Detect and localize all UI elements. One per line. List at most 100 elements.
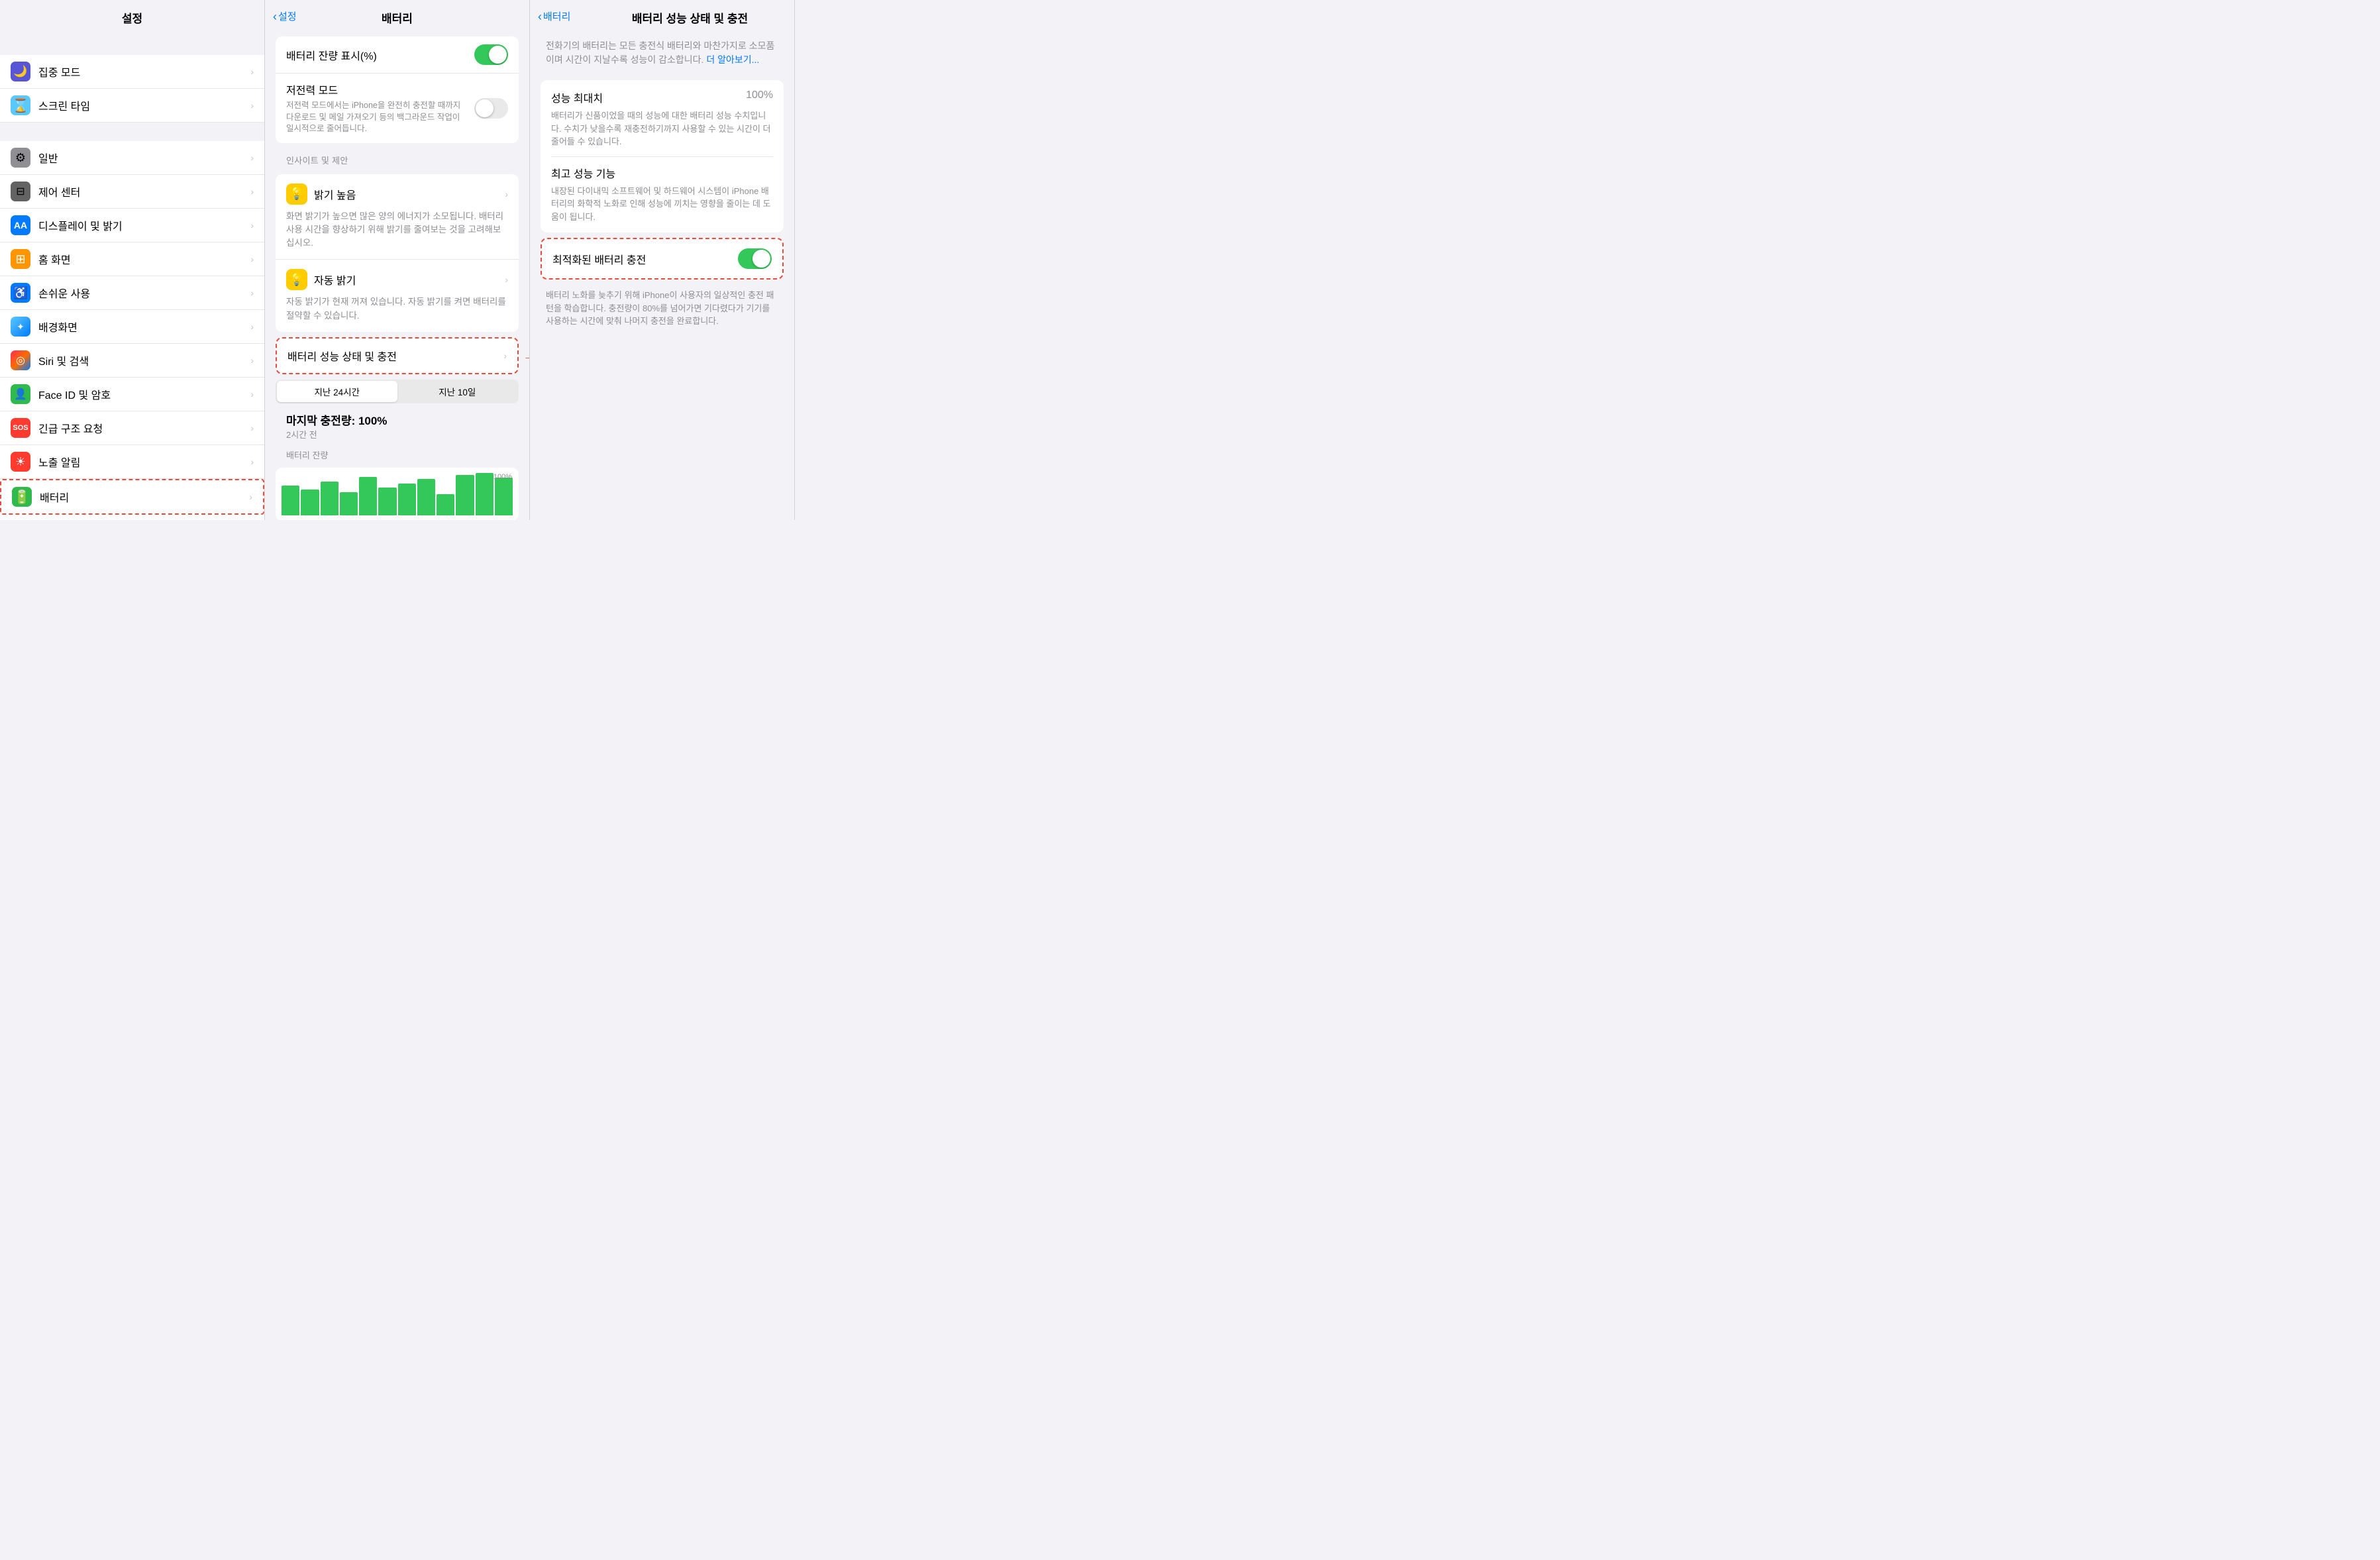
battery-label: 배터리 [40,489,249,505]
sos-chevron: › [250,423,254,433]
optimal-charge-toggle[interactable] [738,248,772,269]
home-chevron: › [250,254,254,264]
battery-perf-cell[interactable]: 배터리 성능 상태 및 충전 › [276,337,519,374]
siri-label: Siri 및 검색 [38,352,250,368]
chart-bar-9 [437,494,454,515]
settings-item-screentime[interactable]: ⌛ 스크린 타임 › [0,89,264,123]
segment-10d[interactable]: 지난 10일 [397,381,518,402]
back-chevron-icon: ‹ [273,11,277,23]
faceid-label: Face ID 및 암호 [38,386,250,402]
faceid-icon: 👤 [11,384,30,404]
perf-header: ‹ 배터리 배터리 성능 상태 및 충전 [530,0,794,31]
settings-panel: 설정 🌙 집중 모드 › ⌛ 스크린 타임 › ⚙ 일반 › ⊟ 제어 센터 ›… [0,0,265,520]
chart-bar-2 [301,490,319,515]
perf-max-desc: 배터리가 신품이었을 때의 성능에 대한 배터리 성능 수치입니다. 수치가 낮… [551,109,773,148]
perf-back-chevron-icon: ‹ [538,11,542,23]
insight-brightness-row[interactable]: 💡 밝기 높음 › 화면 밝기가 높으면 많은 양의 에너지가 소모됩니다. 배… [276,174,519,260]
wallpaper-chevron: › [250,321,254,332]
screentime-label: 스크린 타임 [38,97,250,113]
focus-icon: 🌙 [11,62,30,81]
insight-brightness-header: 💡 밝기 높음 › [286,183,508,205]
insight-autobright-row[interactable]: 💡 자동 밝기 › 자동 밝기가 현재 꺼져 있습니다. 자동 밝기를 켜면 배… [276,260,519,332]
focus-chevron: › [250,66,254,77]
control-icon: ⊟ [11,182,30,201]
chart-100-label: 100% [493,473,512,481]
settings-item-battery[interactable]: 🔋 배터리 › [0,479,264,515]
general-chevron: › [250,152,254,163]
chart-bar-4 [340,492,358,515]
lowpower-toggle[interactable] [474,98,508,119]
general-label: 일반 [38,150,250,166]
control-chevron: › [250,186,254,197]
settings-item-privacy[interactable]: ✋ 개인정보 보호 및 보안 › [0,515,264,520]
battery-back-label: 설정 [278,9,297,23]
screentime-icon: ⌛ [11,95,30,115]
chart-bar-7 [398,484,416,515]
exposure-chevron: › [250,456,254,467]
percentage-toggle[interactable] [474,44,508,65]
perf-learn-more-link[interactable]: 더 알아보기... [706,54,759,65]
insight-autobright-title: 자동 밝기 [314,272,505,287]
accessibility-label: 손쉬운 사용 [38,285,250,301]
perf-cell-chevron: › [503,350,507,361]
faceid-chevron: › [250,389,254,399]
insight-brightness-chevron: › [505,189,508,199]
battery-back-button[interactable]: ‹ 설정 [273,9,297,23]
insight-brightness-desc: 화면 밝기가 높으면 많은 양의 에너지가 소모됩니다. 배터리 사용 시간을 … [286,210,508,250]
home-label: 홈 화면 [38,251,250,267]
screentime-chevron: › [250,100,254,111]
sos-icon: SOS [11,418,30,438]
last-charge-label: 마지막 충전량: 100% [286,411,508,428]
perf-max-label: 성능 최대치 [551,89,603,105]
insights-section-title: 인사이트 및 제안 [265,148,529,169]
lowpower-desc: 저전력 모드에서는 iPhone을 완전히 충전할 때까지 다운로드 및 메일 … [286,100,466,135]
insight-brightness-title: 밝기 높음 [314,186,505,202]
optimal-charge-desc: 배터리 노화를 늦추기 위해 iPhone이 사용자의 일상적인 충전 패턴을 … [530,285,794,337]
display-chevron: › [250,220,254,231]
peak-perf-desc: 내장된 다이내믹 소프트웨어 및 하드웨어 시스템이 iPhone 배터리의 화… [551,185,773,224]
battery-perf-panel: ‹ 배터리 배터리 성능 상태 및 충전 전화기의 배터리는 모든 충전식 배터… [530,0,795,520]
battery-header: ‹ 설정 배터리 [265,0,529,31]
settings-item-sos[interactable]: SOS 긴급 구조 요청 › [0,411,264,445]
battery-icon: 🔋 [12,487,32,507]
chart-bar-5 [359,477,377,515]
wallpaper-label: 배경화면 [38,319,250,335]
brightness-icon: 💡 [286,183,307,205]
battery-info: 마지막 충전량: 100% 2시간 전 배터리 잔량 [265,409,529,465]
insight-autobright-chevron: › [505,274,508,285]
siri-icon: ◎ [11,350,30,370]
settings-item-focus[interactable]: 🌙 집중 모드 › [0,55,264,89]
settings-item-exposure[interactable]: ☀ 노출 알림 › [0,445,264,479]
perf-max-card: 성능 최대치 100% 배터리가 신품이었을 때의 성능에 대한 배터리 성능 … [541,80,784,233]
settings-item-wallpaper[interactable]: ✦ 배경화면 › [0,310,264,344]
focus-label: 집중 모드 [38,64,250,79]
perf-cell-label: 배터리 성능 상태 및 충전 [287,348,503,364]
settings-item-faceid[interactable]: 👤 Face ID 및 암호 › [0,378,264,411]
battery-chevron: › [249,492,252,502]
lowpower-label: 저전력 모드 [286,81,466,97]
settings-item-accessibility[interactable]: ♿ 손쉬운 사용 › [0,276,264,310]
wallpaper-icon: ✦ [11,317,30,337]
percentage-toggle-row: 배터리 잔량 표시(%) [276,36,519,74]
battery-level-label: 배터리 잔량 [286,448,508,461]
settings-item-control[interactable]: ⊟ 제어 센터 › [0,175,264,209]
settings-item-home[interactable]: ⊞ 홈 화면 › [0,242,264,276]
optimal-charge-label: 최적화된 배터리 충전 [552,251,738,267]
battery-panel: ‹ 설정 배터리 배터리 잔량 표시(%) 저전력 모드 저전력 모드에서는 i… [265,0,530,520]
settings-item-display[interactable]: AA 디스플레이 및 밝기 › [0,209,264,242]
home-icon: ⊞ [11,249,30,269]
settings-item-general[interactable]: ⚙ 일반 › [0,141,264,175]
battery-segment-control: 지난 24시간 지난 10일 [276,380,519,403]
perf-back-button[interactable]: ‹ 배터리 [538,9,570,23]
sos-label: 긴급 구조 요청 [38,420,250,436]
percentage-label: 배터리 잔량 표시(%) [286,47,377,63]
annotation-arrow-right: → [523,347,530,364]
settings-list: 🌙 집중 모드 › ⌛ 스크린 타임 › ⚙ 일반 › ⊟ 제어 센터 › AA… [0,31,264,520]
settings-item-siri[interactable]: ◎ Siri 및 검색 › [0,344,264,378]
accessibility-icon: ♿ [11,283,30,303]
since-label: 2시간 전 [286,428,508,441]
segment-24h[interactable]: 지난 24시간 [277,381,397,402]
settings-header: 설정 [0,0,264,31]
optimal-charge-card: 최적화된 배터리 충전 [541,238,784,280]
chart-bar-6 [378,488,396,515]
